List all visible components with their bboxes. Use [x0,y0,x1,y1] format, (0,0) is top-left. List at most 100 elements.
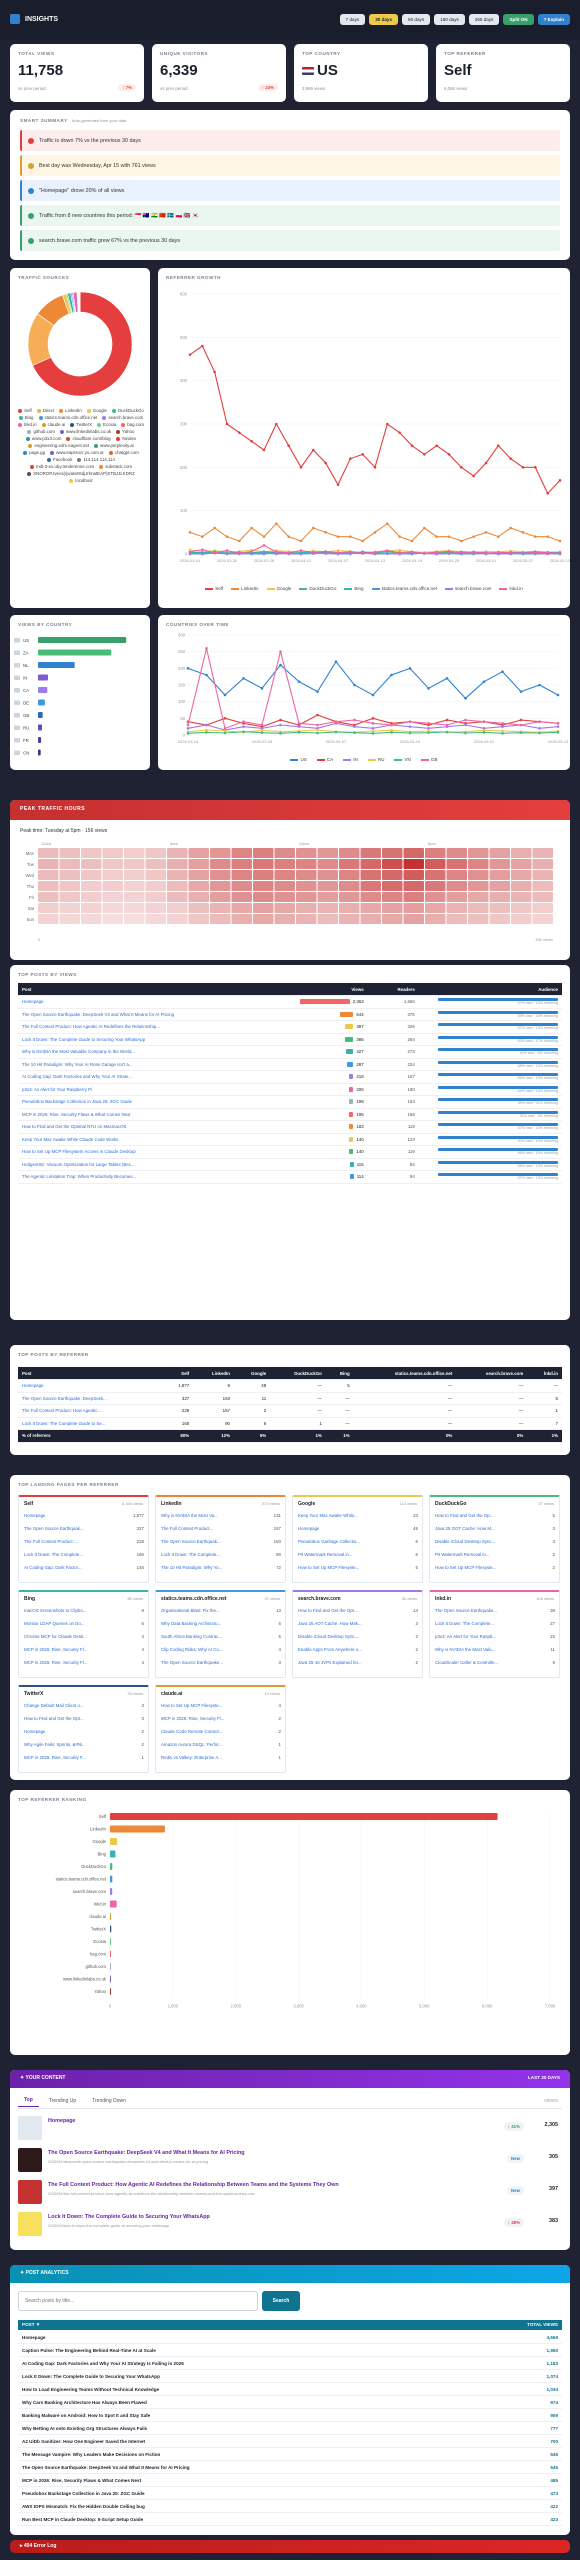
landing-link[interactable]: Homepage [24,1729,45,1734]
analytics-post-title[interactable]: The Message Vampire: Why Leaders Make De… [22,2452,160,2457]
analytics-post-title[interactable]: Homepage [22,2335,46,2340]
landing-link[interactable]: Redis vs Valkey: Enterprise A... [161,1755,222,1760]
post-link[interactable]: HodgesISE: Vacuum Optimization for Large… [22,1162,135,1167]
landing-link[interactable]: Pit Watermark Removal in... [298,1552,353,1557]
landing-link[interactable]: Why Data Backing Architectu... [161,1621,221,1626]
landing-link[interactable]: Enable Apps From Anywhere o... [298,1647,362,1652]
landing-link[interactable]: Lock It Down: The Complete... [435,1621,494,1626]
landing-link[interactable]: Pit Watermark Removal in... [435,1552,490,1557]
landing-link[interactable]: The Open Source Earthquak... [161,1539,221,1544]
post-link[interactable]: Lock It Down: The Complete Guide to Secu… [22,1037,145,1042]
landing-link[interactable]: How to Set Up MCP Filesyste... [161,1703,222,1708]
landing-link[interactable]: CloudScaler Caller & Controlle... [435,1660,498,1665]
analytics-post-title[interactable]: Why Betting AI onto Existing Org Structu… [22,2426,147,2431]
analytics-post-title[interactable]: Lock It Down: The Complete Guide to Secu… [22,2374,160,2379]
analytics-post-title[interactable]: Run Best MCP in Claude Desktop: 5-Script… [22,2517,143,2522]
analytics-post-title[interactable]: The Open Source Earthquake: DeepSeek V4 … [22,2465,190,2470]
landing-link[interactable]: Disable iCloud Desktop Sync... [435,1539,495,1544]
content-title[interactable]: Lock It Down: The Complete Guide to Secu… [48,2214,210,2220]
explain-button[interactable]: ? Explain [537,14,570,25]
landing-link[interactable]: How to Find and Get the Opt... [24,1716,84,1721]
post-link[interactable]: How to Set Up MCP Filesystem Access in C… [22,1149,136,1154]
post-link[interactable]: Homepage [22,1383,43,1388]
post-link[interactable]: The Open Source Earthquake: DeepSeek V4 … [22,1012,174,1017]
landing-link[interactable]: Why is NVIDIA the Most Va... [161,1513,218,1518]
post-link[interactable]: The 10 Hit Paradigm: Why Your AI Rose Ga… [22,1062,132,1067]
analytics-post-title[interactable]: AI Coding Gap: Dark Factories and Why Yo… [22,2361,184,2366]
tab-trending-down[interactable]: Trending Down [86,2095,132,2107]
landing-link[interactable]: Java 25-15 JVPs Explained for... [298,1660,361,1665]
analytics-post-title[interactable]: How to Load Engineering Teams Without Te… [22,2387,159,2392]
landing-link[interactable]: Change Default Mail Client o... [24,1703,84,1708]
analytics-post-title[interactable]: Caption Pulse: The Engineering Behind Re… [22,2348,156,2353]
landing-link[interactable]: South Africa Banking Contrac... [161,1634,222,1639]
post-link[interactable]: The Open Source Earthquake: DeepSeek... [22,1396,107,1401]
landing-link[interactable]: Homepage [298,1526,319,1531]
landing-link[interactable]: MCP in 2026: Rise, Security Fl... [24,1647,87,1652]
analytics-post-title[interactable]: AWS IOPS Mismatch: Fix the Hidden Double… [22,2504,145,2509]
content-title[interactable]: The Full Context Product: How Agentic AI… [48,2182,339,2188]
landing-link[interactable]: macOS Screenshots to Clipbo... [24,1608,86,1613]
range-button-60-days[interactable]: 60 days [402,14,431,25]
split-toggle[interactable]: Split ON [503,14,534,25]
landing-link[interactable]: Homepage [24,1513,45,1518]
landing-link[interactable]: Java 25 AOT Cache: How Mak... [298,1621,362,1626]
landing-link[interactable]: The Open Source Earthquake... [435,1608,497,1613]
content-title[interactable]: Homepage [48,2118,76,2124]
landing-link[interactable]: The Open Source Earthquak... [24,1526,84,1531]
range-button-180-days[interactable]: 180 days [434,14,465,25]
range-button-365-days[interactable]: 365 days [468,14,500,25]
landing-link[interactable]: Disable iCloud Desktop Sync... [298,1634,358,1639]
post-link[interactable]: MCP in 2026: Rise, Security Flaws & What… [22,1112,131,1117]
analytics-post-title[interactable]: Pseudobox Backstage Collection in Java 2… [22,2491,145,2496]
landing-link[interactable]: Organisational Blast: Fix the... [161,1608,220,1613]
landing-link[interactable]: Lock It Down: The Complete... [24,1552,83,1557]
error-log-bar[interactable]: ▸ 404 Error Log [10,2540,570,2553]
post-link[interactable]: Keep Your Mac Awake While Claude Code Wo… [22,1137,118,1142]
post-link[interactable]: AI Coding Gap: Dark Factories and Why Yo… [22,1074,132,1079]
post-link[interactable]: The Full Context Product: How Agentic... [22,1408,101,1413]
tab-top[interactable]: Top [18,2094,39,2107]
post-link[interactable]: The Agentic Limitation Trap: When Produc… [22,1174,136,1179]
post-link[interactable]: p3x3: An Alert for Your Raspberry Pi [22,1087,92,1092]
analytics-post-title[interactable]: Banking Malware on Android: How to Spot … [22,2413,150,2418]
col-views-header[interactable]: TOTAL VIEWS [527,2322,558,2327]
landing-link[interactable]: MCP in 2026: Rise, Security Fl... [24,1660,87,1665]
content-title[interactable]: The Open Source Earthquake: DeepSeek V4 … [48,2150,245,2156]
landing-link[interactable]: The 10 Hit Paradigm: Why Yo... [161,1565,222,1570]
landing-link[interactable]: Why is NVIDIA the Most Valu... [435,1647,495,1652]
analytics-post-title[interactable]: A2 UiDb Sanitizer: How One Engineer Save… [22,2439,145,2444]
post-link[interactable]: Why is NVIDIA the Most Valuable Company … [22,1049,135,1054]
landing-link[interactable]: MCP in 2026: Rise, Security F... [24,1755,86,1760]
tab-trending-up[interactable]: Trending Up [43,2095,82,2107]
landing-link[interactable]: Lock It Down: The Complete... [161,1552,220,1557]
landing-link[interactable]: The Full Context Product: ... [24,1539,79,1544]
range-button-30-days[interactable]: 30 days [369,14,399,25]
landing-link[interactable]: Keep Your Mac Awake While... [298,1513,358,1518]
analytics-post-title[interactable]: MCP in 2026: Rise, Security Flaws & What… [22,2478,141,2483]
landing-link[interactable]: AI Coding Gap: Dark Factor... [24,1565,82,1570]
landing-link[interactable]: How to Find and Get the Op... [435,1513,493,1518]
landing-link[interactable]: The Open Source Earthquake... [161,1660,223,1665]
landing-link[interactable]: Java 25 GOT Cache: How M... [435,1526,495,1531]
landing-link[interactable]: Clip Coding Risks: Why AI Co... [161,1647,223,1652]
post-link[interactable]: How to Find and Get the Optimal NTU on M… [22,1124,126,1129]
landing-link[interactable]: Pseudobox Garbage Collectio... [298,1539,360,1544]
landing-link[interactable]: Chrome MCP for Claude Desk... [24,1634,87,1639]
landing-link[interactable]: Amazon Aurora DSQL: Perfor... [161,1742,222,1747]
post-link[interactable]: Homepage [22,999,43,1004]
landing-link[interactable]: Claude Code Remote Control... [161,1729,222,1734]
post-link[interactable]: Lock It Down: The Complete Guide to Se..… [22,1421,105,1426]
landing-link[interactable]: How to Find and Get the Opt... [298,1608,358,1613]
landing-link[interactable]: MCP in 2026: Rise, Security Fl... [161,1716,224,1721]
landing-link[interactable]: p3x3: An Alert for Your Raspb... [435,1634,496,1639]
landing-link[interactable]: Monitor LDAP Queries on Do... [24,1621,84,1626]
post-link[interactable]: The Full Context Product: How Agentic AI… [22,1024,160,1029]
analytics-post-title[interactable]: Why Cars Banking Architecture Has Always… [22,2400,147,2405]
landing-link[interactable]: How to Set Up MCP Filesyste... [435,1565,496,1570]
range-button-7-days[interactable]: 7 days [339,14,366,25]
post-link[interactable]: Pseudobox Backstage Collection in Java 2… [22,1099,132,1104]
post-search-input[interactable] [18,2291,258,2311]
landing-link[interactable]: Why Agile Fails: Sprints, &#Ni... [24,1742,86,1747]
landing-link[interactable]: The Full Context Product... [161,1526,213,1531]
